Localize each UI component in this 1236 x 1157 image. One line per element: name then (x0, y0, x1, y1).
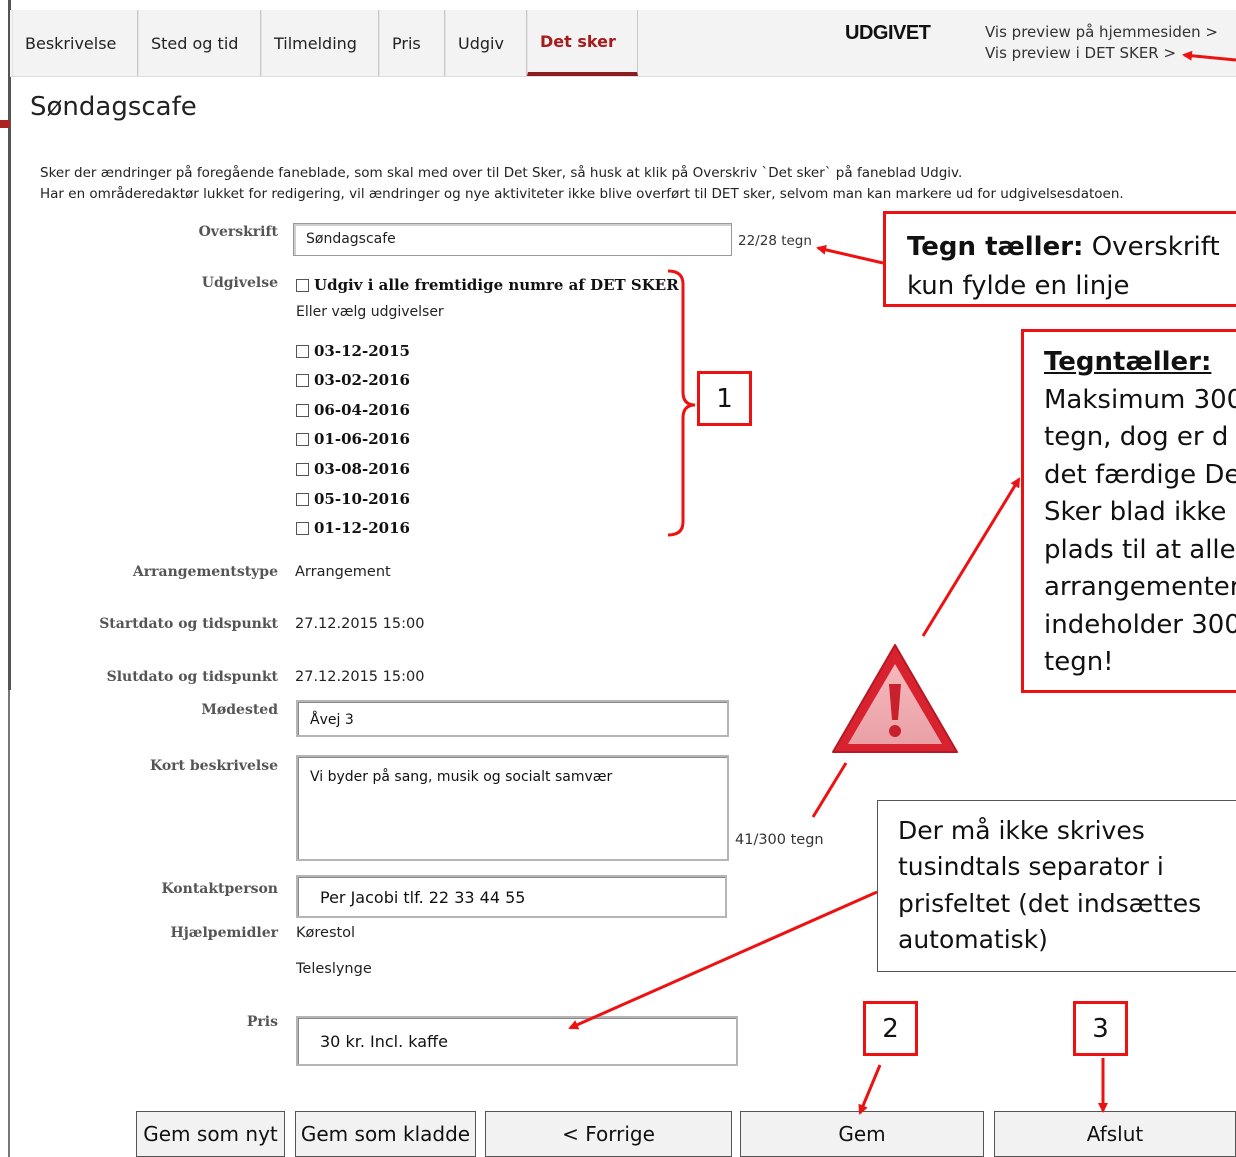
bracket-icon (667, 269, 696, 537)
warning-icon (832, 644, 958, 753)
arrow-icon (858, 1064, 882, 1115)
arrow-icon (811, 762, 848, 818)
annotation-overlay (568, 50, 1236, 1115)
arrow-icon (921, 477, 1021, 637)
arrow-icon (568, 890, 878, 1030)
arrow-icon (1182, 50, 1236, 62)
arrow-icon (816, 244, 884, 265)
